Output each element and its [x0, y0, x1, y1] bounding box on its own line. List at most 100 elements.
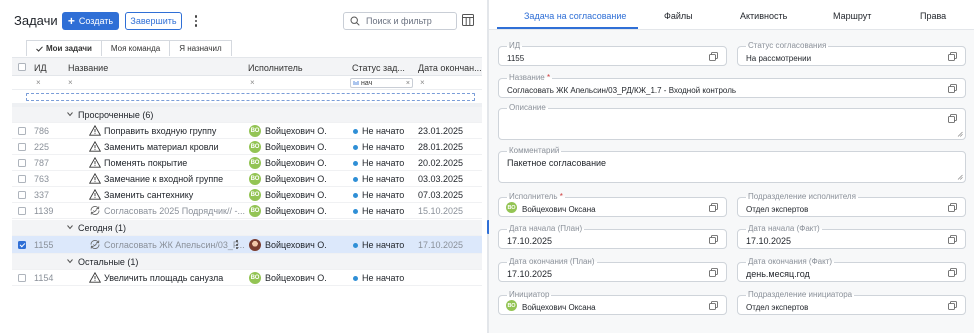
assignee-value: Войцехович Оксана [522, 205, 596, 214]
resize-handle-icon[interactable] [957, 174, 963, 180]
copy-icon[interactable] [948, 84, 957, 93]
task-id: 1155 [34, 240, 54, 250]
column-id[interactable]: ИД [34, 63, 47, 73]
task-status: Не начато [362, 126, 405, 136]
column-due-date[interactable]: Дата окончан... [418, 63, 482, 73]
task-due-date: 20.02.2025 [418, 158, 464, 168]
create-button[interactable]: + Создать [62, 12, 119, 30]
column-status[interactable]: Статус зад... [352, 63, 405, 73]
chevron-down-icon[interactable] [67, 224, 73, 230]
status-filter-input[interactable]: нач × [350, 78, 413, 88]
description-field[interactable]: Описание [498, 103, 966, 140]
copy-icon[interactable] [709, 301, 718, 310]
task-id: 1154 [34, 273, 54, 283]
task-name[interactable]: Увеличить площадь санузла [104, 273, 223, 283]
comment-field[interactable]: Комментарий Пакетное согласование [498, 146, 966, 183]
task-name[interactable]: Заменить материал кровли [104, 142, 219, 152]
id-field[interactable]: ИД 1155 [498, 41, 727, 66]
tab-my-tasks[interactable]: Мои задачи [26, 40, 102, 56]
tab-rights[interactable]: Права [920, 11, 946, 21]
more-menu-icon[interactable] [192, 13, 200, 29]
assignee-department-value: Отдел экспертов [746, 205, 809, 214]
copy-icon[interactable] [948, 268, 957, 277]
clear-filter-icon[interactable]: × [406, 80, 410, 87]
copy-icon[interactable] [709, 52, 718, 61]
table-row-selected[interactable]: 1155 Согласовать ЖК Апельсин/03_Р... Вой… [12, 236, 482, 254]
table-row[interactable]: 225 Заменить материал кровли ВО Войцехов… [12, 139, 482, 155]
row-checkbox[interactable] [18, 143, 26, 151]
search-input[interactable]: Поиск и фильтр [343, 12, 457, 30]
create-button-label: Создать [78, 16, 114, 26]
task-name[interactable]: Согласовать 2025 Подрядчик// -... [104, 206, 245, 216]
table-row[interactable]: 1154 Увеличить площадь санузла ВО Войцех… [12, 270, 482, 286]
row-checkbox[interactable] [18, 241, 26, 249]
task-due-date: 17.10.2025 [418, 240, 464, 250]
initiator-department-value: Отдел экспертов [746, 303, 809, 312]
task-status: Не начато [362, 273, 405, 283]
assignee-department-field[interactable]: Подразделение исполнителя Отдел эксперто… [737, 192, 966, 217]
copy-icon[interactable] [709, 235, 718, 244]
tab-route[interactable]: Маршрут [833, 11, 871, 21]
page-title: Задачи [14, 13, 58, 28]
clear-filter-icon[interactable]: × [250, 78, 255, 87]
copy-icon[interactable] [948, 301, 957, 310]
approval-status-field[interactable]: Статус согласования На рассмотрении [737, 41, 966, 66]
row-checkbox[interactable] [18, 274, 26, 282]
finish-button[interactable]: Завершить [125, 12, 182, 30]
column-settings-icon[interactable] [462, 14, 474, 26]
end-date-fact-field[interactable]: Дата окончания (Факт) день.месяц.год [737, 257, 966, 282]
chevron-down-icon[interactable] [67, 111, 73, 117]
task-status: Не начато [362, 190, 405, 200]
task-name[interactable]: Поменять покрытие [104, 158, 187, 168]
clear-filter-icon[interactable]: × [36, 78, 41, 87]
plus-icon: + [67, 14, 75, 28]
clear-filter-icon[interactable]: × [68, 78, 73, 87]
resize-handle-icon[interactable] [957, 131, 963, 137]
table-row[interactable]: 786 Поправить входную группу ВО Войцехов… [12, 123, 482, 139]
table-row[interactable]: 1139 Согласовать 2025 Подрядчик// -... В… [12, 203, 482, 219]
name-field[interactable]: Название * Согласовать ЖК Апельсин/03_РД… [498, 73, 966, 98]
copy-icon[interactable] [709, 203, 718, 212]
column-name[interactable]: Название [68, 63, 108, 73]
clear-filter-icon[interactable]: × [420, 78, 425, 87]
group-row-overdue[interactable]: Просроченные (6) [12, 107, 482, 123]
copy-icon[interactable] [948, 52, 957, 61]
tab-approval-task[interactable]: Задача на согласование [524, 11, 626, 21]
approval-sync-icon [90, 205, 100, 216]
tab-assigned-by-me[interactable]: Я назначил [169, 40, 232, 56]
copy-icon[interactable] [948, 203, 957, 212]
row-menu-icon[interactable] [235, 240, 239, 250]
copy-icon[interactable] [709, 268, 718, 277]
assignee-field[interactable]: Исполнитель * ВО Войцехович Оксана [498, 192, 727, 217]
chevron-down-icon[interactable] [67, 258, 73, 264]
field-label: Исполнитель * [507, 192, 565, 201]
table-row[interactable]: 337 Заменить сантехнику ВО Войцехович О.… [12, 187, 482, 203]
copy-icon[interactable] [948, 235, 957, 244]
table-row[interactable]: 763 Замечание к входной группе ВО Войцех… [12, 171, 482, 187]
copy-icon[interactable] [948, 114, 957, 123]
column-assignee[interactable]: Исполнитель [248, 63, 303, 73]
end-date-plan-field[interactable]: Дата окончания (План) 17.10.2025 [498, 257, 727, 282]
row-checkbox[interactable] [18, 159, 26, 167]
initiator-field[interactable]: Инициатор ВО Войцехович Оксана [498, 290, 727, 315]
task-name[interactable]: Согласовать ЖК Апельсин/03_Р... [104, 240, 245, 250]
group-row-other[interactable]: Остальные (1) [12, 254, 482, 270]
start-date-fact-field[interactable]: Дата начала (Факт) 17.10.2025 [737, 224, 966, 249]
task-name[interactable]: Заменить сантехнику [104, 190, 193, 200]
select-all-checkbox[interactable] [18, 63, 26, 71]
tab-files[interactable]: Файлы [664, 11, 693, 21]
row-checkbox[interactable] [18, 191, 26, 199]
initiator-department-field[interactable]: Подразделение инициатора Отдел экспертов [737, 290, 966, 315]
row-checkbox[interactable] [18, 127, 26, 135]
warning-icon [89, 141, 101, 152]
tab-my-team[interactable]: Моя команда [100, 40, 171, 56]
start-date-plan-field[interactable]: Дата начала (План) 17.10.2025 [498, 224, 727, 249]
task-name[interactable]: Поправить входную группу [104, 126, 216, 136]
row-checkbox[interactable] [18, 175, 26, 183]
tab-activity[interactable]: Активность [740, 11, 787, 21]
table-row[interactable]: 787 Поменять покрытие ВО Войцехович О. Н… [12, 155, 482, 171]
row-checkbox[interactable] [18, 207, 26, 215]
tab-label: Мои задачи [46, 44, 92, 53]
task-name[interactable]: Замечание к входной группе [104, 174, 223, 184]
group-row-today[interactable]: Сегодня (1) [12, 220, 482, 236]
